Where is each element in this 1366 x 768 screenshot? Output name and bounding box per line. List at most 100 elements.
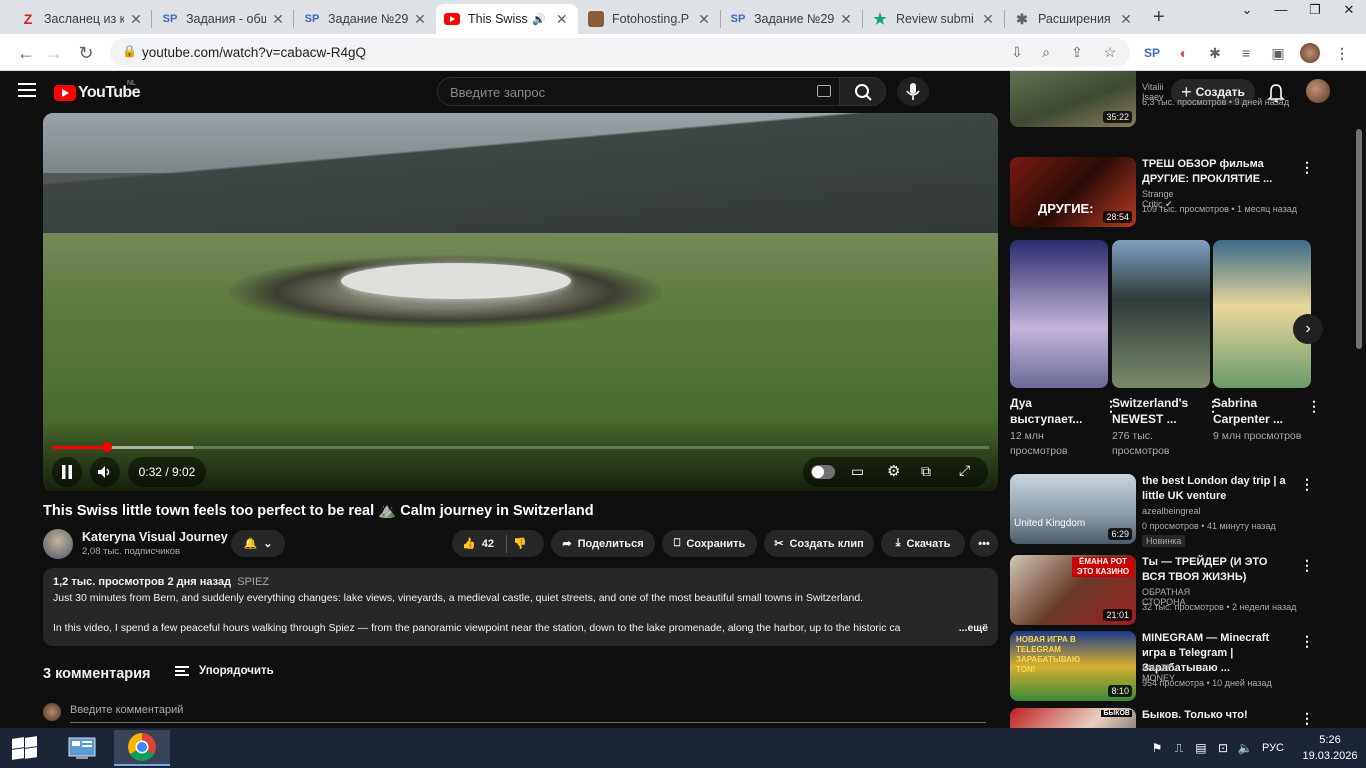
channel-name[interactable]: azealbeingreal xyxy=(1142,506,1201,516)
network-icon[interactable]: ⊡ xyxy=(1212,741,1234,755)
colorful-extension-icon[interactable]: ◐ xyxy=(1174,43,1194,63)
sp-extension-icon[interactable]: SP xyxy=(1142,43,1162,63)
download-button[interactable]: ⤓ Скачать xyxy=(881,530,965,557)
video-title[interactable]: Ты — ТРЕЙДЕР (И ЭТО ВСЯ ТВОЯ ЖИЗНЬ) xyxy=(1142,555,1292,585)
pause-button[interactable] xyxy=(52,457,82,487)
video-thumbnail[interactable]: ЁМАНА РОТ ЭТО КАЗИНО 21:01 xyxy=(1010,555,1136,625)
voice-search-button[interactable] xyxy=(897,77,929,106)
short-title[interactable]: Switzerland's NEWEST ... xyxy=(1112,395,1194,427)
fullscreen-icon[interactable]: ⤢ xyxy=(959,462,970,479)
new-tab-button[interactable]: + xyxy=(1153,6,1165,29)
shield-icon[interactable]: ▤ xyxy=(1190,741,1212,755)
channel-name[interactable]: Kateryna Visual Journey xyxy=(82,530,228,544)
share-button[interactable]: ➦ Поделиться xyxy=(551,530,655,557)
close-window-icon[interactable]: ✕ xyxy=(1332,0,1366,22)
browser-tab-3[interactable]: SP Задание №29 ✕ xyxy=(296,4,436,34)
profile-avatar[interactable] xyxy=(1300,43,1320,63)
short-title[interactable]: Дуа выступает... xyxy=(1010,395,1092,427)
subscribe-bell-button[interactable]: 🔔 ⌄ xyxy=(231,530,285,557)
video-player[interactable]: 0:32 / 9:02 ▭ ⚙ ⧉ ⤢ xyxy=(43,113,998,491)
language-indicator[interactable]: РУС xyxy=(1262,742,1284,754)
usb-icon[interactable]: ⎍ xyxy=(1168,741,1190,756)
back-arrow-icon[interactable]: ← xyxy=(13,40,39,66)
windows-start-icon[interactable] xyxy=(10,736,38,760)
short-thumbnail[interactable] xyxy=(1112,240,1210,388)
settings-gear-icon[interactable]: ⚙ xyxy=(887,462,900,480)
chrome-taskbar-icon[interactable] xyxy=(114,730,170,766)
short-item[interactable]: Дуа выступает... 12 млн просмотров ⋮ xyxy=(1010,240,1118,457)
browser-tab-6[interactable]: SP Задание №29 ✕ xyxy=(722,4,862,34)
video-thumbnail[interactable]: НОВАЯ ИГРА В TELEGRAM ЗАРАБАТЫВАЮ TON! 8… xyxy=(1010,631,1136,701)
video-thumbnail[interactable]: БЫКОВ xyxy=(1010,708,1136,728)
control-panel-taskbar-icon[interactable] xyxy=(54,730,110,766)
show-more-link[interactable]: ...ещё xyxy=(954,622,988,634)
media-queue-icon[interactable]: ≡ xyxy=(1236,43,1256,63)
share-icon[interactable]: ⇪ xyxy=(1067,44,1087,61)
restore-icon[interactable]: ❐ xyxy=(1298,0,1332,22)
more-options-icon[interactable]: ⋮ xyxy=(1307,398,1321,415)
comment-input[interactable]: Введите комментарий xyxy=(70,704,986,723)
more-options-icon[interactable]: ⋮ xyxy=(1300,476,1314,493)
subtitles-icon[interactable]: ▭ xyxy=(851,463,864,480)
search-input[interactable]: Введите запрос xyxy=(437,77,840,106)
close-icon[interactable]: ✕ xyxy=(554,11,570,28)
close-icon[interactable]: ✕ xyxy=(980,11,996,28)
video-thumbnail[interactable]: ДРУГИЕ: 28:54 xyxy=(1010,157,1136,227)
clock[interactable]: 5:26 19.03.2026 xyxy=(1294,732,1366,764)
side-panel-icon[interactable]: ▣ xyxy=(1268,43,1288,63)
location-tag[interactable]: SPIEZ xyxy=(237,576,269,588)
address-bar[interactable]: 🔒 youtube.com/watch?v=cabacw-R4gQ ⇩ ⌕ ⇪ … xyxy=(110,38,1130,67)
close-icon[interactable]: ✕ xyxy=(270,11,286,28)
browser-tab-1[interactable]: Z Засланец из к ✕ xyxy=(12,4,152,34)
lock-icon[interactable]: 🔒 xyxy=(122,44,137,58)
minimize-icon[interactable]: — xyxy=(1264,0,1298,22)
channel-avatar[interactable] xyxy=(43,529,73,559)
youtube-logo[interactable]: YouTube NL xyxy=(54,80,140,102)
browser-tab-2[interactable]: SP Задания - общ ✕ xyxy=(154,4,294,34)
shorts-next-button[interactable]: › xyxy=(1293,314,1323,344)
extensions-puzzle-icon[interactable]: ✱ xyxy=(1205,43,1225,63)
more-options-icon[interactable]: ⋮ xyxy=(1300,159,1314,176)
forward-arrow-icon[interactable]: → xyxy=(41,40,67,66)
video-title[interactable]: ТРЕШ ОБЗОР фильма ДРУГИЕ: ПРОКЛЯТИЕ ... xyxy=(1142,157,1292,187)
progress-bar[interactable] xyxy=(52,442,989,452)
video-title[interactable]: Быков. Только что! xyxy=(1142,708,1292,723)
close-icon[interactable]: ✕ xyxy=(696,11,712,28)
more-actions-button[interactable]: ••• xyxy=(970,530,998,557)
short-title[interactable]: Sabrina Carpenter ... xyxy=(1213,395,1295,427)
browser-tab-youtube-active[interactable]: This Swiss 🔊 ✕ xyxy=(436,4,578,34)
browser-tab-5[interactable]: Fotohosting.Р ✕ xyxy=(580,4,720,34)
save-button[interactable]: ⎕ Сохранить xyxy=(662,530,757,557)
more-menu-icon[interactable]: ⋮ xyxy=(1332,43,1352,63)
chevron-down-icon[interactable]: ⌄ xyxy=(1230,0,1264,22)
video-thumbnail[interactable]: 35:22 xyxy=(1010,71,1136,127)
dislike-button[interactable]: 👎 xyxy=(513,537,527,550)
search-button[interactable] xyxy=(839,77,886,106)
like-button[interactable]: 👍 42 xyxy=(462,537,494,551)
short-thumbnail[interactable] xyxy=(1213,240,1311,388)
browser-tab-7[interactable]: ★ Review submi ✕ xyxy=(864,4,1004,34)
network-warning-icon[interactable]: ⚑ xyxy=(1146,741,1168,755)
more-options-icon[interactable]: ⋮ xyxy=(1300,633,1314,650)
install-icon[interactable]: ⇩ xyxy=(1007,44,1027,61)
scrollbar[interactable] xyxy=(1356,129,1362,349)
miniplayer-icon[interactable]: ⧉ xyxy=(921,463,931,480)
speaker-icon[interactable]: 🔈 xyxy=(1234,741,1256,755)
bookmark-star-icon[interactable]: ☆ xyxy=(1100,44,1120,61)
short-item[interactable]: Sabrina Carpenter ... 9 млн просмотров ⋮ xyxy=(1213,240,1321,442)
short-thumbnail[interactable] xyxy=(1010,240,1108,388)
volume-button[interactable] xyxy=(90,457,120,487)
reload-icon[interactable]: ↻ xyxy=(73,40,99,66)
menu-icon[interactable] xyxy=(18,83,36,97)
speaker-icon[interactable]: 🔊 xyxy=(532,13,546,26)
video-title[interactable]: the best London day trip | a little UK v… xyxy=(1142,474,1292,504)
close-icon[interactable]: ✕ xyxy=(412,11,428,28)
video-thumbnail[interactable]: United Kingdom 6:29 xyxy=(1010,474,1136,544)
keyboard-icon[interactable] xyxy=(817,85,831,97)
autoplay-toggle[interactable] xyxy=(811,465,835,479)
more-options-icon[interactable]: ⋮ xyxy=(1300,557,1314,574)
zoom-icon[interactable]: ⌕ xyxy=(1036,44,1056,61)
clip-button[interactable]: ✂ Создать клип xyxy=(764,530,874,557)
sort-comments-button[interactable]: Упорядочить xyxy=(175,665,274,677)
close-icon[interactable]: ✕ xyxy=(1118,11,1134,28)
